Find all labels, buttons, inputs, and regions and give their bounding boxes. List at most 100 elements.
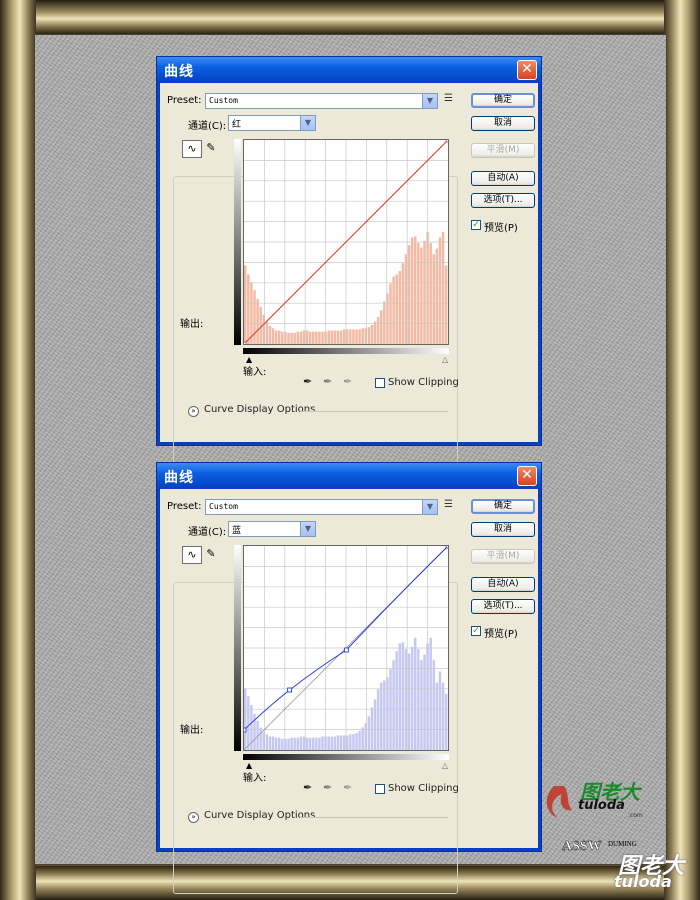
preset-dropdown[interactable]: Custom ▼ [205,499,438,515]
histogram-bar [367,327,371,344]
close-icon: ✕ [521,467,533,483]
auto-button[interactable]: 自动(A) [471,577,535,592]
channel-value: 红 [232,120,242,130]
title-bar[interactable]: 曲线 ✕ [157,463,541,489]
histogram-bar [265,321,269,344]
curves-dialog-red: 曲线 ✕ Preset: Custom ▼ ☰ 确定 取消 平滑(M) 自动(A… [156,56,542,488]
pencil-tool-icon[interactable]: ✎ [202,140,220,156]
histogram-bar [429,637,432,750]
histogram-bar [432,254,436,344]
ok-button[interactable]: 确定 [471,93,535,108]
black-eyedropper-icon[interactable]: ✒ [303,781,312,794]
histogram-bar [435,248,439,344]
close-button[interactable]: ✕ [517,60,537,80]
histogram-bar [423,654,426,750]
curve-tool-icon[interactable]: ∿ [182,546,202,564]
histogram-bar [373,321,377,344]
input-label: 输入: [243,367,267,378]
curve-graph[interactable] [243,545,449,751]
histogram-bar [271,328,275,344]
channel-dropdown[interactable]: 红 ▼ [228,115,316,131]
histogram-bar [389,283,392,344]
histogram-bar [305,737,309,750]
histogram-bar [265,734,269,750]
show-clipping-checkbox[interactable] [375,784,385,794]
frame-left [0,0,36,900]
cancel-button[interactable]: 取消 [471,116,535,131]
white-eyedropper-icon[interactable]: ✒ [343,781,352,794]
histogram-bar [410,646,414,750]
histogram-bar [346,329,349,344]
chevron-down-icon: ▼ [422,94,437,108]
cancel-button[interactable]: 取消 [471,522,535,537]
curve-tool-icon[interactable]: ∿ [182,140,202,158]
preview-checkbox[interactable]: ✓ [471,220,481,230]
histogram-bar [321,736,324,750]
histogram-bar [441,682,445,750]
histogram-bar [383,680,386,750]
histogram-bar [444,693,448,750]
ok-button[interactable]: 确定 [471,499,535,514]
pencil-tool-icon[interactable]: ✎ [202,546,220,562]
histogram-bar [278,737,281,750]
smooth-button[interactable]: 平滑(M) [471,549,535,564]
input-gradient [243,348,449,354]
expand-options-icon[interactable]: » [188,812,199,823]
histogram-bar [435,682,439,750]
histogram-bar [247,696,250,750]
curve-graph[interactable] [243,139,449,345]
histogram-bar [312,331,315,344]
histogram-bar [361,328,364,344]
show-clipping-checkbox[interactable] [375,378,385,388]
histogram-bar [438,237,442,344]
histogram-bar [253,290,256,344]
white-point-slider-icon[interactable]: △ [442,355,448,364]
histogram-bar [370,707,374,750]
histogram-bar [414,236,417,344]
histogram-bar [410,237,414,344]
preview-checkbox[interactable]: ✓ [471,626,481,636]
histogram-bar [367,716,371,750]
histogram-bar [330,736,334,750]
histogram-bar [268,326,272,344]
output-gradient [234,139,241,345]
curve-point [445,546,448,549]
histogram-bar [414,637,417,750]
curve-svg [244,546,448,750]
gray-eyedropper-icon[interactable]: ✒ [323,375,332,388]
curve-point [445,140,448,143]
histogram-bar [417,243,420,344]
curve-point [343,647,349,653]
options-button[interactable]: 选项(T)... [471,193,535,208]
preset-menu-icon[interactable]: ☰ [444,93,453,104]
auto-button[interactable]: 自动(A) [471,171,535,186]
histogram-bar [336,330,340,344]
histogram-bar [342,329,346,344]
preset-value: Custom [209,96,238,105]
histogram-bar [278,330,281,344]
black-eyedropper-icon[interactable]: ✒ [303,375,312,388]
expand-options-icon[interactable]: » [188,406,199,417]
preset-value: Custom [209,502,238,511]
histogram-bar [420,660,423,750]
histogram-bar [302,330,306,344]
white-point-slider-icon[interactable]: △ [442,761,448,770]
channel-dropdown[interactable]: 蓝 ▼ [228,521,316,537]
white-eyedropper-icon[interactable]: ✒ [343,375,352,388]
show-clipping-label: Show Clipping [388,783,459,794]
preset-menu-icon[interactable]: ☰ [444,499,453,510]
watermark-corner-en: tuloda [614,872,672,891]
gray-eyedropper-icon[interactable]: ✒ [323,781,332,794]
histogram-bar [333,736,337,750]
options-button[interactable]: 选项(T)... [471,599,535,614]
histogram-bar [290,332,293,344]
close-icon: ✕ [521,61,533,77]
preset-dropdown[interactable]: Custom ▼ [205,93,438,109]
histogram-bar [401,263,405,344]
close-button[interactable]: ✕ [517,466,537,486]
smooth-button[interactable]: 平滑(M) [471,143,535,158]
title-bar[interactable]: 曲线 ✕ [157,57,541,83]
histogram-bar [274,330,278,344]
preset-label: Preset: [167,501,202,512]
histogram-bar [287,332,290,344]
